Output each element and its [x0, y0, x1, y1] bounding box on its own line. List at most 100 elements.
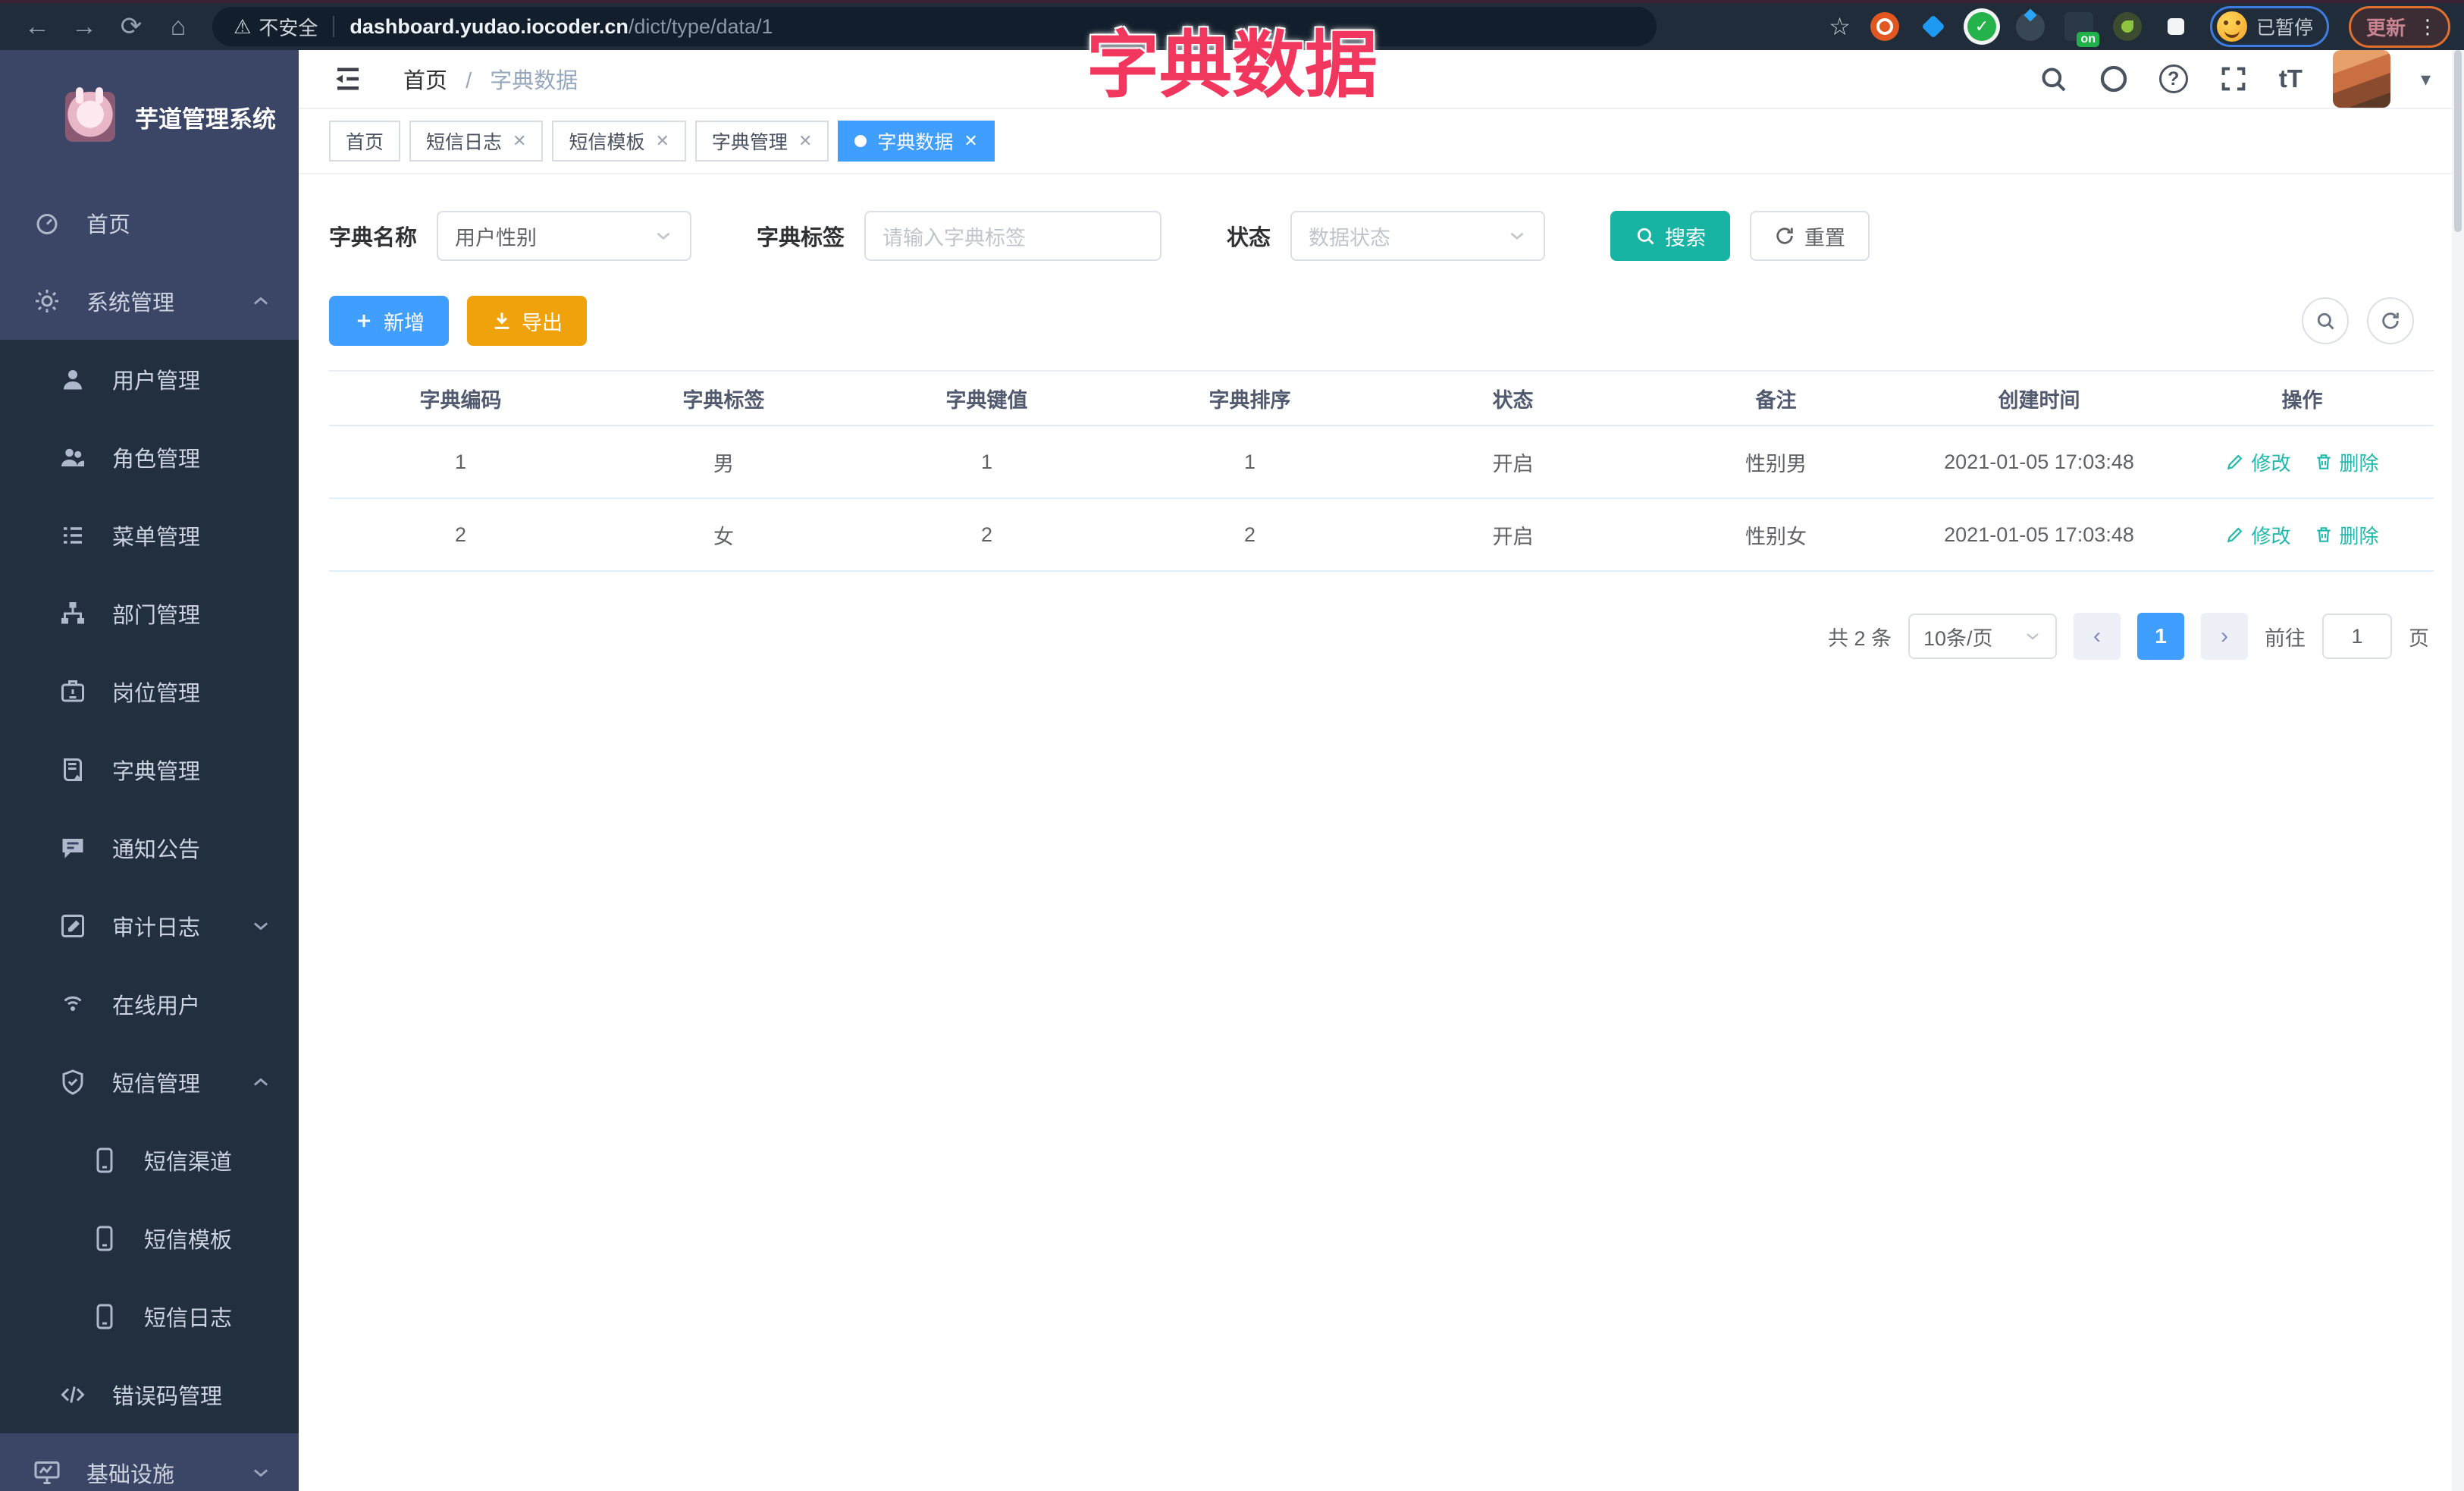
reset-button[interactable]: 重置: [1750, 211, 1870, 261]
pen-icon: [2225, 525, 2245, 545]
next-page-button[interactable]: ›: [2201, 613, 2248, 660]
toggle-search-button[interactable]: [2302, 297, 2349, 344]
chevron-up-icon: [250, 290, 271, 312]
extensions-puzzle-icon[interactable]: [2161, 12, 2190, 41]
trash-icon: [2314, 452, 2334, 472]
main-area: 首页 / 字典数据 ? tT ▾ 首页 短信日志 ✕ 短信模板 ✕ 字典管理 ✕…: [299, 50, 2464, 1491]
export-button[interactable]: 导出: [467, 296, 587, 346]
sidebar-item-online-users[interactable]: 在线用户: [0, 965, 299, 1043]
sidebar-item-sms-channel[interactable]: 短信渠道: [0, 1121, 299, 1199]
close-icon[interactable]: ✕: [964, 131, 977, 151]
chevron-down-icon: [1507, 226, 1527, 246]
pen-icon: [2225, 452, 2245, 472]
dict-name-select[interactable]: 用户性别: [437, 211, 692, 261]
status-text: 开启: [1492, 452, 1534, 476]
screen: ← → ⟳ ⌂ ⚠ 不安全 dashboard.yudao.iocoder.cn…: [0, 0, 2464, 1491]
extension-on-icon[interactable]: on: [2064, 12, 2099, 47]
delete-link[interactable]: 删除: [2314, 521, 2379, 549]
sidebar-collapse-icon[interactable]: [332, 63, 364, 95]
help-icon[interactable]: ?: [2158, 64, 2188, 93]
browser-forward-icon[interactable]: →: [61, 12, 108, 42]
security-label[interactable]: 不安全: [259, 13, 318, 41]
sidebar-item-sms-template[interactable]: 短信模板: [0, 1199, 299, 1277]
chat-icon: [59, 834, 86, 862]
edit-link[interactable]: 修改: [2225, 521, 2291, 549]
current-page[interactable]: 1: [2137, 613, 2184, 660]
sidebar-item-system[interactable]: 系统管理: [0, 262, 299, 340]
extension-sliders-icon[interactable]: [2015, 12, 2045, 41]
total-count: 共 2 条: [1827, 626, 1892, 650]
app-logo[interactable]: 芋道管理系统: [0, 50, 299, 184]
browser-reload-icon[interactable]: ⟳: [108, 11, 155, 42]
sidebar-item-sms[interactable]: 短信管理: [0, 1043, 299, 1121]
sidebar-item-roles[interactable]: 角色管理: [0, 418, 299, 496]
avatar-caret-icon[interactable]: ▾: [2421, 67, 2431, 91]
sidebar-item-sms-log[interactable]: 短信日志: [0, 1277, 299, 1355]
goto-page-input[interactable]: 1: [2322, 614, 2392, 659]
download-icon: [491, 310, 513, 331]
search-icon[interactable]: [2038, 64, 2068, 94]
active-dot: [854, 135, 867, 147]
paused-label: 已暂停: [2256, 17, 2313, 39]
close-icon[interactable]: ✕: [513, 131, 526, 151]
dict-label-label: 字典标签: [757, 226, 845, 250]
sidebar-item-users[interactable]: 用户管理: [0, 340, 299, 418]
search-button[interactable]: 搜索: [1610, 211, 1731, 261]
edit-link[interactable]: 修改: [2225, 448, 2291, 476]
breadcrumb-home[interactable]: 首页: [403, 69, 447, 93]
sidebar-item-departments[interactable]: 部门管理: [0, 574, 299, 652]
page-size-select[interactable]: 10条/页: [1908, 614, 2057, 659]
prev-page-button[interactable]: ‹: [2074, 613, 2121, 660]
sidebar-item-audit-log[interactable]: 审计日志: [0, 887, 299, 965]
update-label: 更新: [2365, 16, 2406, 39]
pagination: 共 2 条 10条/页 ‹ 1 › 前往 1 页: [299, 572, 2464, 660]
extension-green-check-icon[interactable]: [1967, 12, 1996, 41]
breadcrumb-current: 字典数据: [490, 69, 578, 93]
fullscreen-icon[interactable]: [2218, 64, 2249, 94]
tab-dict-data[interactable]: 字典数据 ✕: [838, 121, 995, 162]
sidebar-item-menus[interactable]: 菜单管理: [0, 496, 299, 574]
refresh-table-button[interactable]: [2367, 297, 2414, 344]
extension-leaf-icon[interactable]: [2112, 12, 2142, 41]
sidebar-item-infrastructure[interactable]: 基础设施: [0, 1433, 299, 1491]
close-icon[interactable]: ✕: [798, 131, 812, 151]
tab-sms-log[interactable]: 短信日志 ✕: [409, 121, 544, 162]
dict-label-input[interactable]: 请输入字典标签: [864, 211, 1162, 261]
user-icon: [59, 366, 86, 393]
sidebar-item-home[interactable]: 首页: [0, 184, 299, 262]
col-value: 字典键值: [945, 388, 1028, 412]
font-size-icon[interactable]: tT: [2279, 64, 2303, 93]
shield-check-icon: [59, 1069, 86, 1096]
sidebar: 芋道管理系统 首页 系统管理 用户管理 角色管理 菜单管理 部门管理 岗位管理 …: [0, 50, 299, 1491]
github-icon[interactable]: [2099, 64, 2129, 94]
avatar[interactable]: [2332, 50, 2390, 108]
goto-label: 前往: [2265, 626, 2306, 650]
tab-dict-manage[interactable]: 字典管理 ✕: [694, 121, 829, 162]
browser-back-icon[interactable]: ←: [14, 12, 61, 42]
sidebar-item-posts[interactable]: 岗位管理: [0, 652, 299, 730]
scrollbar-thumb[interactable]: [2454, 50, 2462, 232]
profile-paused-pill[interactable]: 已暂停: [2209, 6, 2329, 47]
browser-update-button[interactable]: 更新 ⋮: [2348, 5, 2450, 48]
sidebar-item-error-codes[interactable]: 错误码管理: [0, 1355, 299, 1433]
tab-sms-template[interactable]: 短信模板 ✕: [552, 121, 686, 162]
app-title: 芋道管理系统: [135, 105, 276, 133]
browser-home-icon[interactable]: ⌂: [155, 12, 202, 42]
extension-orange-icon[interactable]: [1870, 12, 1899, 41]
tab-home[interactable]: 首页: [329, 121, 401, 162]
scrollbar[interactable]: [2452, 50, 2464, 1491]
browser-menu-icon[interactable]: ⋮: [2418, 15, 2437, 39]
sidebar-item-dict[interactable]: 字典管理: [0, 730, 299, 808]
address-bar[interactable]: ⚠ 不安全 dashboard.yudao.iocoder.cn /dict/t…: [212, 7, 1657, 46]
status-select[interactable]: 数据状态: [1290, 211, 1546, 261]
sidebar-item-notice[interactable]: 通知公告: [0, 808, 299, 887]
delete-link[interactable]: 删除: [2314, 448, 2379, 476]
add-button[interactable]: 新增: [329, 296, 449, 346]
bookmark-star-icon[interactable]: ☆: [1829, 12, 1851, 41]
extension-blue-icon[interactable]: [1919, 12, 1948, 41]
col-actions: 操作: [2281, 388, 2323, 412]
address-divider: [333, 16, 335, 37]
table-row: 1 男 1 1 开启 性别男 2021-01-05 17:03:48 修改 删除: [329, 426, 2434, 499]
plus-icon: [353, 310, 375, 331]
close-icon[interactable]: ✕: [655, 131, 669, 151]
